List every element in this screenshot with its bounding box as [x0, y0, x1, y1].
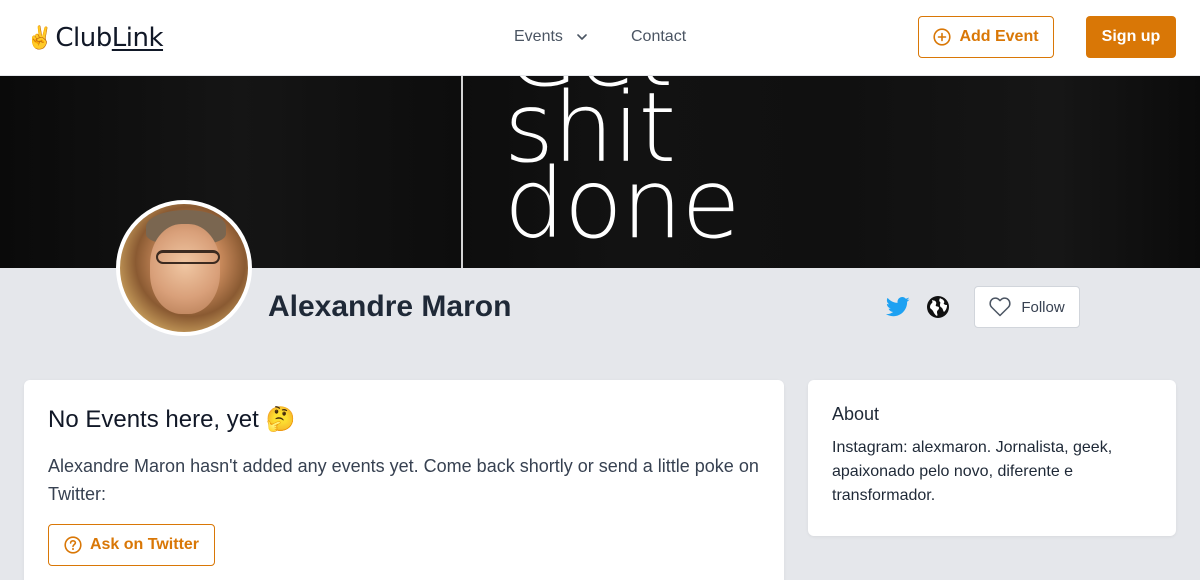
banner-line-3: done [504, 148, 741, 260]
about-card-text: Instagram: alexmaron. Jornalista, geek, … [832, 439, 1113, 504]
peace-hand-icon: ✌️ [26, 25, 54, 50]
add-event-label: Add Event [959, 28, 1039, 45]
ask-on-twitter-label: Ask on Twitter [89, 536, 200, 553]
chevron-down-icon [577, 32, 587, 42]
add-event-button[interactable]: Add Event [918, 16, 1054, 58]
profile-avatar [116, 200, 252, 336]
events-card-message: Alexandre Maron hasn't added any events … [48, 456, 759, 504]
heart-icon [989, 297, 1011, 317]
twitter-icon[interactable] [886, 296, 910, 318]
nav-events-label: Events [514, 28, 563, 45]
banner-divider-line [461, 76, 463, 268]
nav-contact-link[interactable]: Contact [631, 26, 686, 48]
logo-text-club: Club [55, 23, 112, 53]
plus-circle-icon [933, 28, 952, 46]
follow-label: Follow [1021, 298, 1065, 316]
globe-icon[interactable] [926, 295, 950, 319]
avatar-face [150, 224, 220, 314]
ask-on-twitter-button[interactable]: Ask on Twitter [48, 524, 215, 566]
events-card-title: No Events here, yet 🤔 [48, 406, 296, 433]
follow-button[interactable]: Follow [974, 286, 1080, 328]
question-circle-icon [64, 536, 82, 554]
about-card-title: About [832, 404, 880, 424]
nav-events-dropdown[interactable]: Events [514, 26, 587, 48]
signup-button[interactable]: Sign up [1086, 16, 1176, 58]
banner-slogan: Get shit done [504, 76, 824, 260]
profile-name: Alexandre Maron [268, 290, 512, 323]
avatar-glasses [156, 250, 220, 264]
clublink-logo[interactable]: ✌️ ClubLink [26, 22, 164, 54]
events-card: No Events here, yet 🤔 Alexandre Maron ha… [24, 380, 784, 580]
top-header: ✌️ ClubLink Events Contact Add Event Sig… [0, 0, 1200, 76]
about-card: About Instagram: alexmaron. Jornalista, … [808, 380, 1176, 536]
logo-text: ClubLink [55, 23, 163, 53]
logo-text-link: Link [111, 23, 164, 53]
